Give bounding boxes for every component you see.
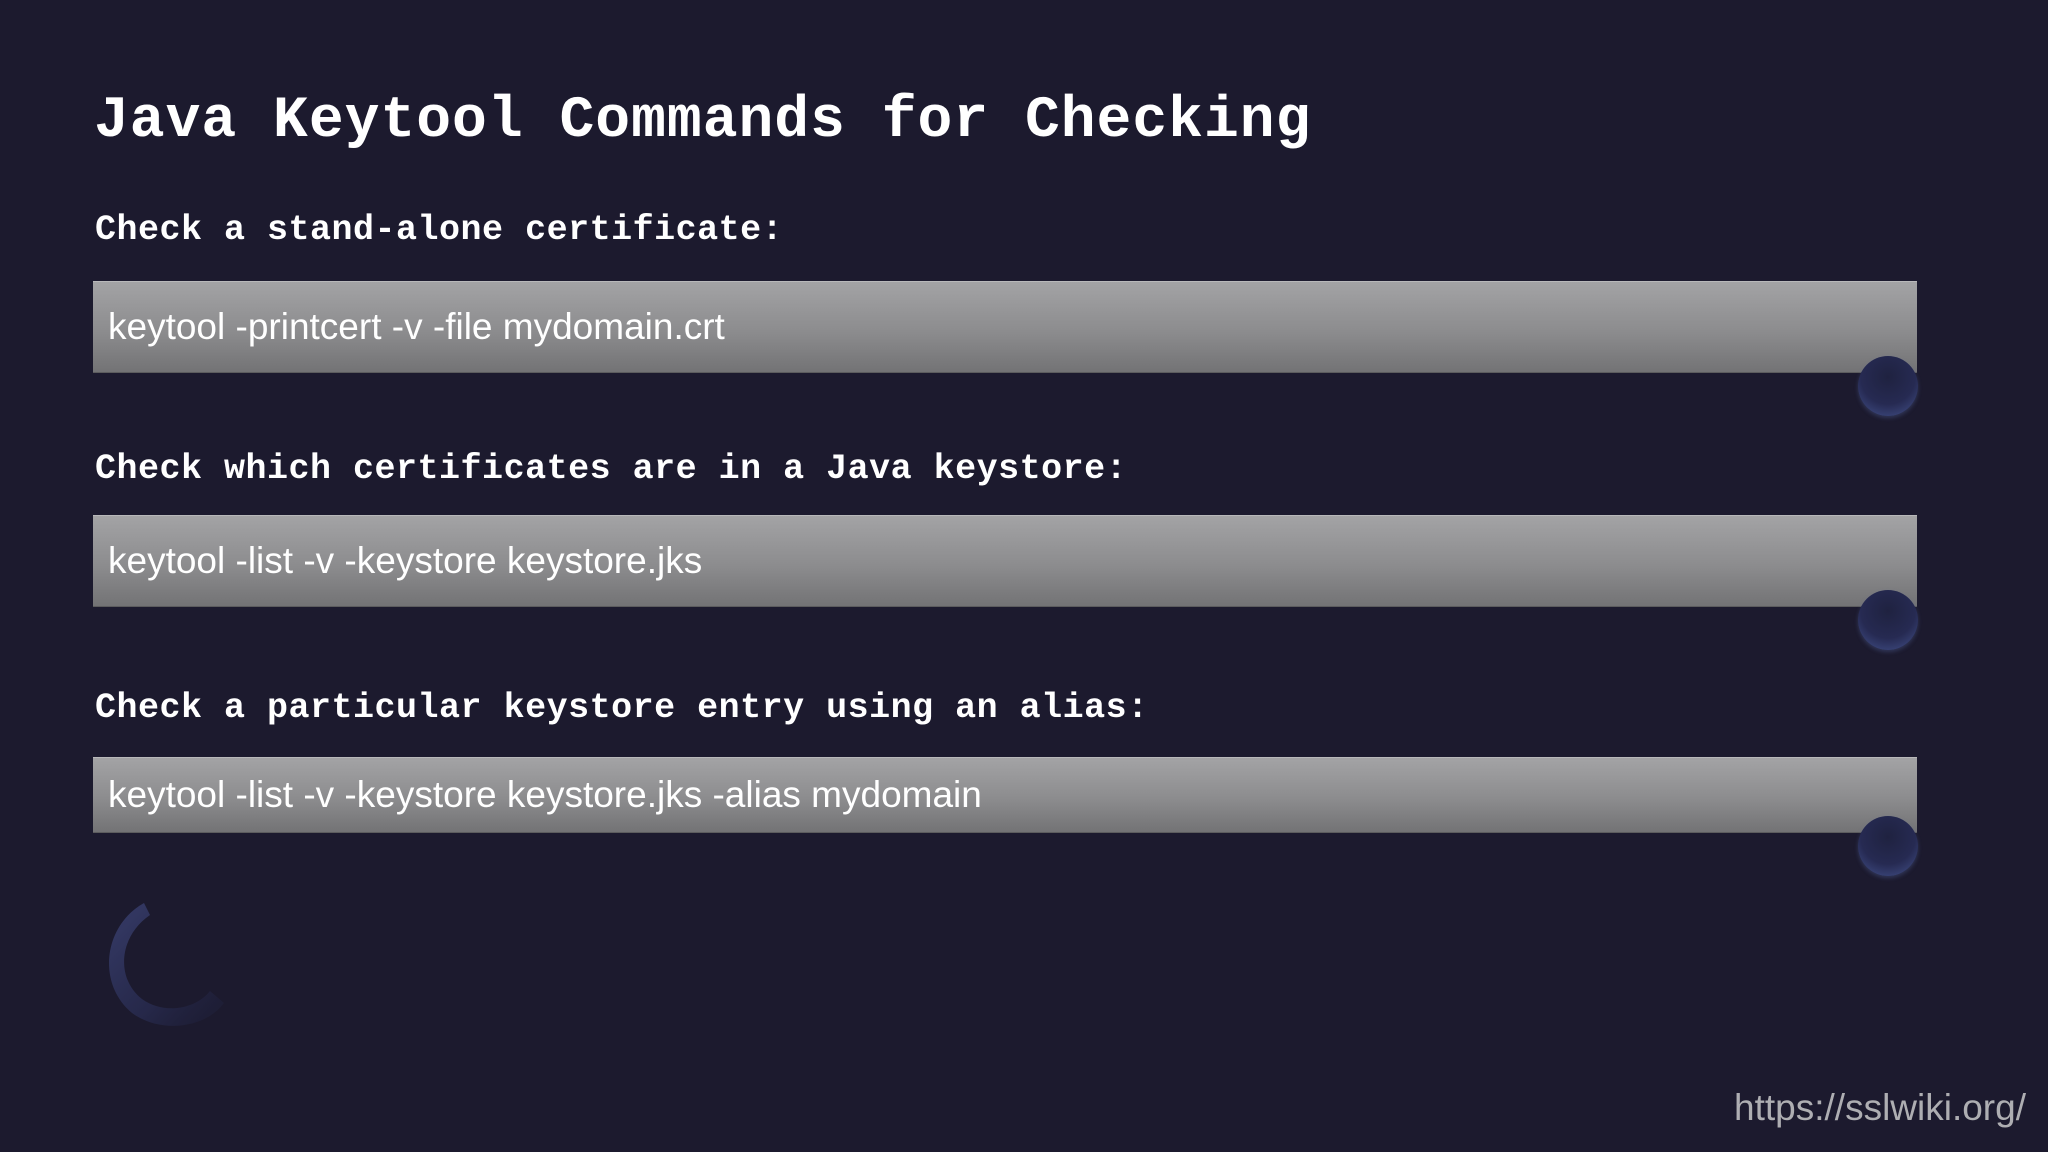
section-label-standalone-certificate: Check a stand-alone certificate: bbox=[95, 210, 784, 250]
command-box-printcert: keytool -printcert -v -file mydomain.crt bbox=[93, 281, 1917, 373]
decorative-bubble-icon bbox=[1858, 590, 1918, 650]
presentation-slide: Java Keytool Commands for Checking Check… bbox=[0, 0, 2048, 1152]
section-label-keystore-alias: Check a particular keystore entry using … bbox=[95, 688, 1149, 728]
source-url: https://sslwiki.org/ bbox=[1734, 1087, 2026, 1128]
command-box-list-alias: keytool -list -v -keystore keystore.jks … bbox=[93, 757, 1917, 833]
command-text: keytool -list -v -keystore keystore.jks bbox=[108, 540, 703, 581]
command-text: keytool -printcert -v -file mydomain.crt bbox=[108, 306, 725, 347]
command-text: keytool -list -v -keystore keystore.jks … bbox=[108, 774, 982, 815]
command-box-list-keystore: keytool -list -v -keystore keystore.jks bbox=[93, 515, 1917, 607]
decorative-bubble-icon bbox=[1858, 816, 1918, 876]
decorative-swirl-icon bbox=[109, 903, 224, 1026]
slide-title: Java Keytool Commands for Checking bbox=[94, 89, 1312, 154]
section-label-keystore-list: Check which certificates are in a Java k… bbox=[95, 449, 1128, 489]
decorative-bubble-icon bbox=[1858, 356, 1918, 416]
